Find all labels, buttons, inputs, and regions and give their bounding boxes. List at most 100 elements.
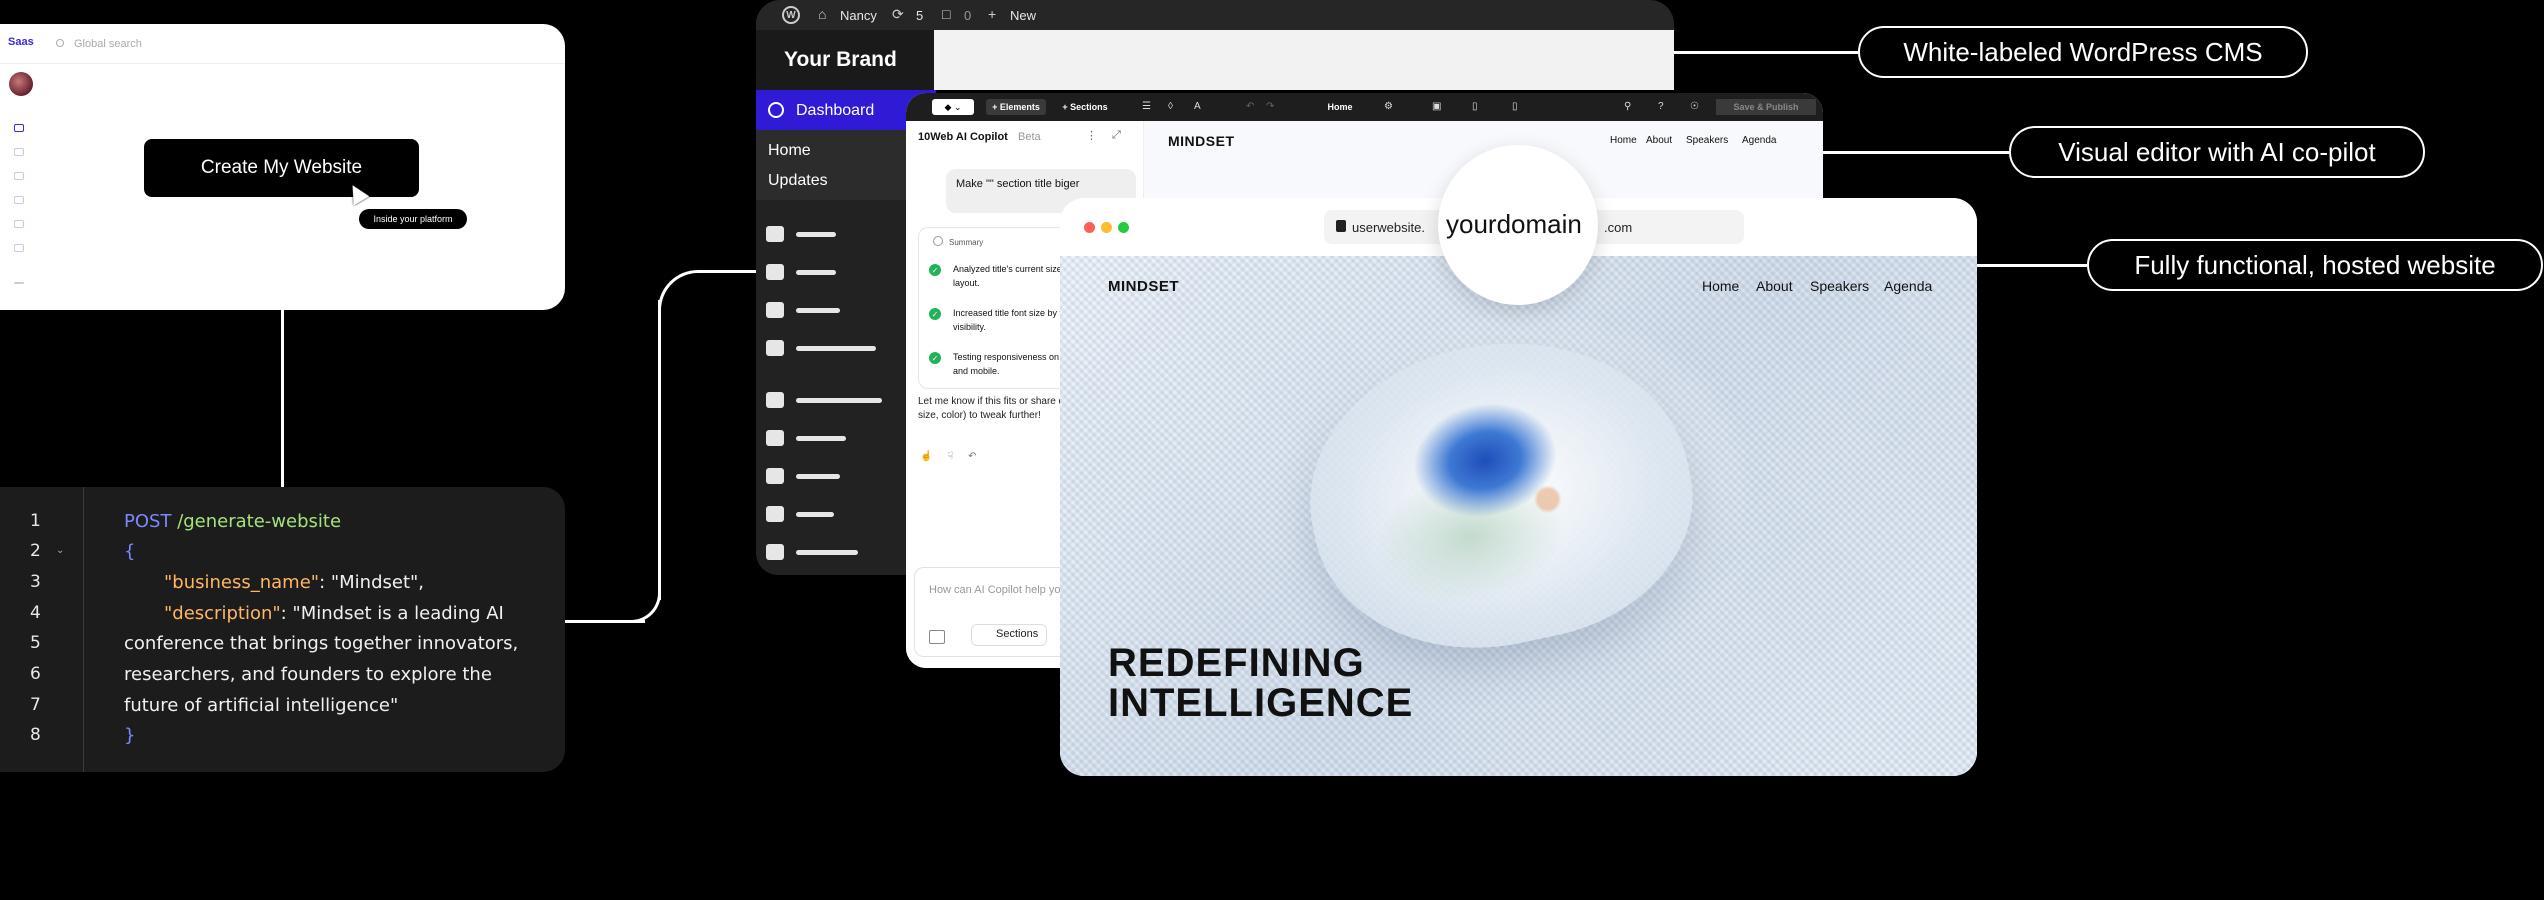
sidebar-item-appearance[interactable] <box>796 398 882 403</box>
site-nav-agenda[interactable]: Agenda <box>1884 278 1932 294</box>
wp-admin-bar: W ⌂ Nancy ⟳ 5 □ 0 + New <box>756 0 1674 30</box>
pin-icon[interactable] <box>766 226 784 242</box>
fonts-icon[interactable]: A <box>1194 101 1201 112</box>
settings-icon[interactable]: ⚙ <box>1384 101 1393 112</box>
redo-icon[interactable]: ↷ <box>1266 101 1274 112</box>
code-open-brace: { <box>124 541 136 562</box>
search-icon[interactable]: ⚲ <box>1624 101 1631 112</box>
sidebar-item-users[interactable] <box>796 474 840 479</box>
brand-name: Your Brand <box>784 48 897 71</box>
layers-icon[interactable]: ◊ <box>1168 101 1173 112</box>
preview-brand: MINDSET <box>1168 133 1235 149</box>
line-number: 7 <box>30 695 41 715</box>
sidebar-item-comments[interactable] <box>796 346 876 351</box>
undo-icon[interactable]: ↶ <box>968 451 976 462</box>
sidebar-folder-icon[interactable] <box>14 172 24 180</box>
feature-tag-hosted: Fully functional, hosted website <box>2087 239 2543 291</box>
preview-nav-speakers[interactable]: Speakers <box>1686 135 1728 146</box>
preview-nav-home[interactable]: Home <box>1610 135 1637 146</box>
tools-icon[interactable] <box>766 506 784 522</box>
preview-eye-icon[interactable]: ☉ <box>1690 101 1699 112</box>
global-search-input[interactable]: Global search <box>74 38 142 50</box>
check-icon: ✓ <box>929 352 941 364</box>
site-nav-about[interactable]: About <box>1756 278 1793 294</box>
cursor-tooltip: Inside your platform <box>359 209 467 229</box>
tablet-icon[interactable]: ▯ <box>1472 101 1478 112</box>
hero-brain-image <box>1282 307 1718 681</box>
sidebar-item-pages[interactable] <box>796 308 840 313</box>
line-number-gutter: 1 2 ⌄ 3 4 5 6 7 8 <box>0 487 84 772</box>
preview-nav-about[interactable]: About <box>1646 135 1672 146</box>
connector-curve-top <box>658 270 756 330</box>
mobile-icon[interactable]: ▯ <box>1512 101 1518 112</box>
saas-logo[interactable]: Saas <box>8 36 34 48</box>
sidebar-user-icon[interactable] <box>14 196 24 204</box>
comments-icon[interactable] <box>766 340 784 356</box>
wp-new-link[interactable]: New <box>1010 8 1036 23</box>
summary-title: Summary <box>949 238 984 247</box>
users-icon[interactable] <box>766 468 784 484</box>
sidebar-dashboard-icon[interactable] <box>14 124 24 132</box>
submenu-updates[interactable]: Updates <box>768 172 828 190</box>
domain-magnifier: yourdomain <box>1438 145 1598 305</box>
fold-chevron-icon[interactable]: ⌄ <box>56 545 64 556</box>
collapse-icon[interactable]: ⤢ <box>1112 129 1121 142</box>
sidebar-card-icon[interactable] <box>14 244 24 252</box>
help-icon[interactable]: ? <box>1658 101 1664 112</box>
sidebar-chat-icon[interactable] <box>14 220 24 228</box>
sidebar-item-settings[interactable] <box>796 550 858 555</box>
sidebar-list-icon[interactable] <box>14 148 24 156</box>
page-select[interactable]: Home <box>1312 99 1368 115</box>
summary-icon <box>933 236 943 246</box>
plugins-icon[interactable] <box>766 430 784 446</box>
add-sections-button[interactable]: + Sections <box>1052 99 1118 115</box>
line-number: 3 <box>30 572 41 592</box>
navigator-icon[interactable]: ☰ <box>1142 101 1151 112</box>
wp-site-name[interactable]: Nancy <box>840 8 877 23</box>
pages-icon[interactable] <box>766 302 784 318</box>
undo-icon[interactable]: ↶ <box>1246 101 1254 112</box>
sidebar-item-posts[interactable] <box>796 232 836 237</box>
media-icon[interactable] <box>766 264 784 280</box>
site-nav-home[interactable]: Home <box>1702 278 1739 294</box>
site-nav-speakers[interactable]: Speakers <box>1810 278 1869 294</box>
code-line-7: future of artificial intelligence" <box>124 695 399 716</box>
appearance-icon[interactable] <box>766 392 784 408</box>
desktop-icon[interactable]: ▣ <box>1432 101 1441 112</box>
wp-updates-count[interactable]: 5 <box>916 8 923 23</box>
preview-nav-agenda[interactable]: Agenda <box>1742 135 1776 146</box>
maximize-dot-icon[interactable] <box>1118 222 1129 233</box>
add-elements-button[interactable]: + Elements <box>986 99 1046 115</box>
home-icon: ⌂ <box>818 6 827 22</box>
sidebar-more-icon[interactable] <box>14 282 24 284</box>
json-value-description: : "Mindset is a leading AI <box>280 603 504 624</box>
site-brand[interactable]: MINDSET <box>1108 278 1179 295</box>
feedback-actions: ☝ ☟ ↶ <box>920 451 977 462</box>
connector-saas-code <box>281 310 284 487</box>
more-options-icon[interactable]: ⋮ <box>1086 129 1097 142</box>
avatar[interactable] <box>9 72 33 96</box>
editor-logo-menu[interactable]: ◆ ⌄ <box>932 99 974 115</box>
create-my-website-button[interactable]: Create My Website <box>144 139 419 197</box>
minimize-dot-icon[interactable] <box>1101 222 1112 233</box>
plus-icon: + <box>988 6 997 22</box>
settings-icon[interactable] <box>766 544 784 560</box>
sidebar-item-media[interactable] <box>796 270 836 275</box>
connector-curve-bottom <box>625 580 661 623</box>
sidebar-item-tools[interactable] <box>796 512 834 517</box>
save-publish-button[interactable]: Save & Publish <box>1716 99 1816 115</box>
image-attach-icon[interactable] <box>929 630 945 644</box>
connector-editor-tag <box>1823 151 2009 154</box>
thumbs-up-icon[interactable]: ☝ <box>920 451 932 462</box>
connector-cms-tag <box>1674 51 1858 54</box>
hero-title-line: INTELLIGENCE <box>1108 681 1414 725</box>
json-key-description: "description" <box>164 603 281 624</box>
close-dot-icon[interactable] <box>1084 222 1095 233</box>
copilot-title: 10Web AI Copilot <box>918 131 1008 143</box>
wp-comments-count[interactable]: 0 <box>964 8 971 23</box>
submenu-home[interactable]: Home <box>768 142 811 160</box>
wordpress-logo-icon[interactable]: W <box>782 6 800 24</box>
sections-chip[interactable]: Sections <box>971 624 1048 646</box>
thumbs-down-icon[interactable]: ☟ <box>947 451 953 462</box>
sidebar-item-plugins[interactable] <box>796 436 846 441</box>
